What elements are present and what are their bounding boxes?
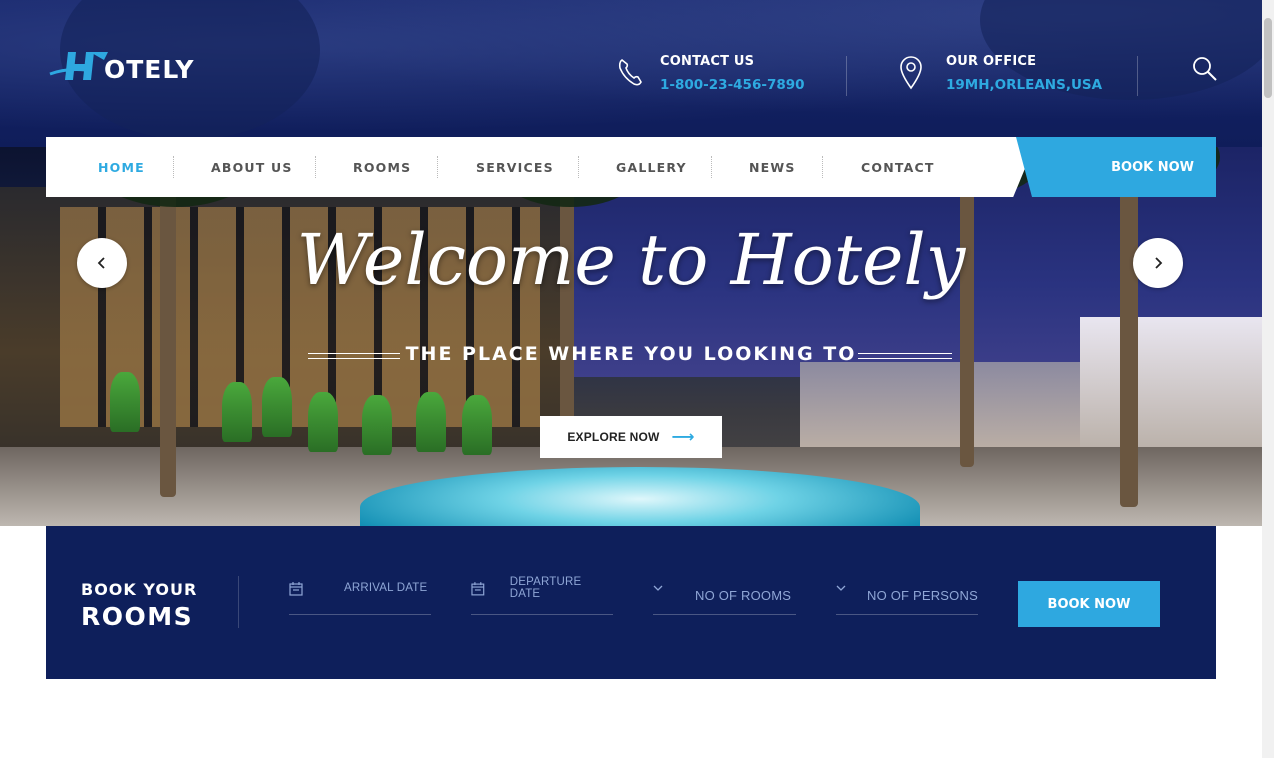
umbrella — [362, 395, 392, 455]
header-divider — [1137, 56, 1138, 96]
office-block: OUR OFFICE 19MH,ORLEANS,USA — [898, 54, 1102, 93]
scrollbar-thumb[interactable] — [1264, 18, 1272, 98]
nav-divider — [711, 156, 712, 178]
logo-text: OTELY — [104, 54, 195, 84]
hero-building — [1080, 317, 1262, 467]
umbrella — [262, 377, 292, 437]
umbrella — [462, 395, 492, 455]
umbrella — [416, 392, 446, 452]
hero-title: Welcome to Hotely — [296, 219, 966, 301]
chevron-left-icon — [97, 257, 105, 269]
office-label: OUR OFFICE — [946, 54, 1037, 69]
arrow-right-icon: ⟶ — [671, 429, 695, 446]
palm-trunk — [960, 167, 974, 467]
nav-item-contact[interactable]: CONTACT — [861, 137, 935, 197]
top-header: OTELY CONTACT US 1-800-23-456-7890 OUR O… — [0, 0, 1262, 148]
book-now-button[interactable]: BOOK NOW — [1018, 581, 1160, 627]
nav-item-rooms[interactable]: ROOMS — [353, 137, 411, 197]
departure-date-field[interactable]: DEPARTURE DATE — [471, 576, 613, 615]
nav-divider — [822, 156, 823, 178]
hero-subtitle: THE PLACE WHERE YOU LOOKING TO — [405, 343, 857, 365]
logo[interactable]: OTELY — [46, 48, 195, 84]
slider-next-button[interactable] — [1133, 238, 1183, 288]
nav-item-gallery[interactable]: GALLERY — [616, 137, 687, 197]
booking-title-line1: BOOK YOUR — [81, 580, 198, 599]
nav-divider — [578, 156, 579, 178]
booking-divider — [238, 576, 239, 628]
logo-mark-icon — [49, 52, 108, 80]
nav-divider — [315, 156, 316, 178]
persons-placeholder: NO OF PERSONS — [867, 587, 978, 603]
nav-item-about-us[interactable]: ABOUT US — [211, 137, 293, 197]
calendar-icon — [471, 582, 485, 596]
contact-phone[interactable]: 1-800-23-456-7890 — [660, 77, 805, 93]
booking-title-line2: ROOMS — [81, 602, 194, 631]
explore-now-button[interactable]: EXPLORE NOW ⟶ — [540, 416, 722, 458]
nav-divider — [173, 156, 174, 178]
nav-item-home[interactable]: HOME — [98, 137, 145, 197]
booking-form: BOOK YOUR ROOMS ARRIVAL DATE DEPARTURE D… — [46, 526, 1216, 679]
nav-divider — [437, 156, 438, 178]
main-navbar: HOME ABOUT US ROOMS SERVICES GALLERY NEW… — [46, 137, 1038, 197]
contact-us-block: CONTACT US 1-800-23-456-7890 — [616, 54, 805, 93]
contact-us-label: CONTACT US — [660, 54, 755, 69]
search-icon[interactable] — [1192, 56, 1218, 82]
book-now-nav-label: BOOK NOW — [1111, 159, 1194, 175]
nav-item-services[interactable]: SERVICES — [476, 137, 554, 197]
departure-date-placeholder: DEPARTURE DATE — [509, 576, 582, 600]
persons-select[interactable]: NO OF PERSONS — [836, 576, 978, 615]
hero-slider: Welcome to Hotely THE PLACE WHERE YOU LO… — [0, 147, 1262, 526]
calendar-icon — [289, 582, 303, 596]
header-divider — [846, 56, 847, 96]
nav-item-news[interactable]: NEWS — [749, 137, 796, 197]
book-now-nav-button[interactable]: BOOK NOW — [1016, 137, 1216, 197]
page-scrollbar[interactable] — [1262, 0, 1274, 758]
chevron-right-icon — [1155, 257, 1163, 269]
umbrella — [222, 382, 252, 442]
subtitle-line-right — [858, 353, 952, 359]
umbrella — [308, 392, 338, 452]
slider-prev-button[interactable] — [77, 238, 127, 288]
phone-icon — [618, 59, 642, 86]
arrival-date-field[interactable]: ARRIVAL DATE — [289, 576, 431, 615]
rooms-select[interactable]: NO OF ROOMS — [653, 576, 796, 615]
location-pin-icon — [900, 56, 922, 90]
chevron-down-icon — [836, 585, 846, 591]
office-address: 19MH,ORLEANS,USA — [946, 77, 1103, 93]
umbrella — [110, 372, 140, 432]
explore-now-label: EXPLORE NOW — [567, 430, 660, 444]
rooms-placeholder: NO OF ROOMS — [695, 587, 792, 603]
chevron-down-icon — [653, 585, 663, 591]
arrival-date-placeholder: ARRIVAL DATE — [344, 582, 428, 594]
